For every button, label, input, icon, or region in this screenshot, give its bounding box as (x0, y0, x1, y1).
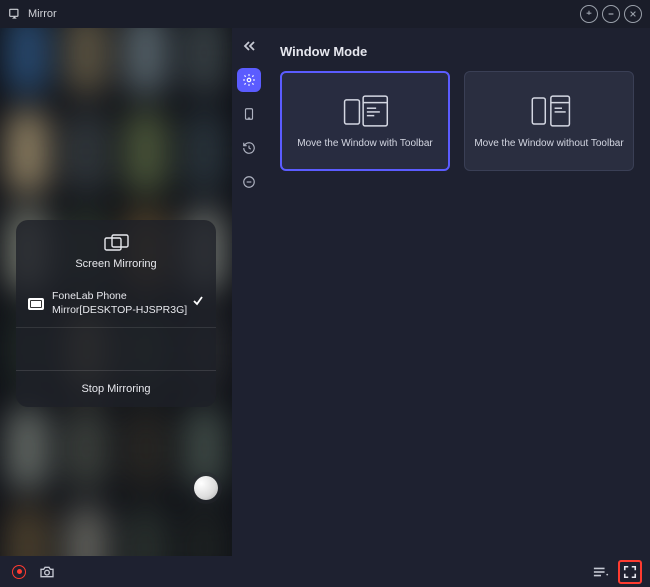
window-mode-cards: Move the Window with Toolbar (280, 71, 636, 171)
without-toolbar-icon (523, 93, 575, 129)
card-label: Move the Window without Toolbar (474, 137, 623, 150)
card-label: Move the Window with Toolbar (297, 137, 432, 150)
screen-mirroring-popup: Screen Mirroring FoneLab Phone Mirror[DE… (16, 220, 216, 407)
app-title: Mirror (28, 8, 57, 20)
right-panel: Window Mode (232, 28, 650, 556)
device-preview: Screen Mirroring FoneLab Phone Mirror[DE… (0, 28, 232, 556)
help-tab[interactable] (237, 170, 261, 194)
main-area: Screen Mirroring FoneLab Phone Mirror[DE… (0, 28, 650, 556)
mirroring-title: Screen Mirroring (16, 258, 216, 270)
device-label: FoneLab Phone Mirror[DESKTOP-HJSPR3G] (52, 290, 192, 317)
collapse-button[interactable] (237, 38, 261, 54)
bottom-bar (0, 556, 650, 587)
card-without-toolbar[interactable]: Move the Window without Toolbar (464, 71, 634, 171)
mirroring-icon (104, 234, 128, 252)
stop-mirroring-button[interactable]: Stop Mirroring (16, 370, 216, 407)
assistive-touch-icon[interactable] (194, 476, 218, 500)
queue-button[interactable] (590, 561, 612, 583)
mirroring-device-row[interactable]: FoneLab Phone Mirror[DESKTOP-HJSPR3G] (16, 280, 216, 327)
card-with-toolbar[interactable]: Move the Window with Toolbar (280, 71, 450, 171)
device-icon (28, 298, 44, 310)
section-title: Window Mode (280, 44, 636, 59)
device-tab[interactable] (237, 102, 261, 126)
app-window: Mirror (0, 0, 650, 587)
app-logo-icon (8, 7, 22, 21)
side-rail (232, 28, 266, 556)
mirroring-header: Screen Mirroring (16, 220, 216, 280)
with-toolbar-icon (339, 93, 391, 129)
title-bar: Mirror (0, 0, 650, 28)
screenshot-button[interactable] (36, 561, 58, 583)
settings-tab[interactable] (237, 68, 261, 92)
history-tab[interactable] (237, 136, 261, 160)
device-name-line1: FoneLab Phone (52, 290, 192, 304)
checkmark-icon (192, 295, 204, 312)
device-name-line2: Mirror[DESKTOP-HJSPR3G] (52, 304, 192, 318)
record-button[interactable] (8, 561, 30, 583)
empty-device-slot (16, 328, 216, 370)
pin-button[interactable] (580, 5, 598, 23)
close-button[interactable] (624, 5, 642, 23)
fullscreen-button[interactable] (618, 560, 642, 584)
settings-content: Window Mode (266, 28, 650, 556)
minimize-button[interactable] (602, 5, 620, 23)
